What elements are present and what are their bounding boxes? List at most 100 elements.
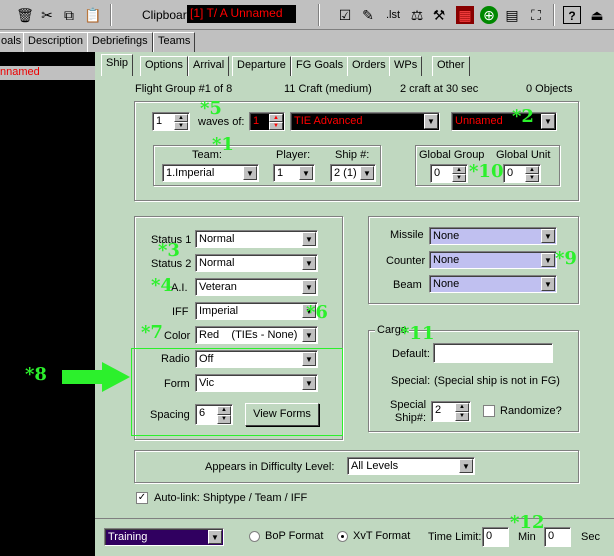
- difficulty-dropdown[interactable]: All Levels ▼: [347, 457, 475, 475]
- chevron-down-icon[interactable]: ▼: [541, 253, 555, 267]
- chevron-down-icon[interactable]: ▼: [299, 166, 313, 180]
- tab-description[interactable]: Description: [23, 32, 89, 52]
- form-dropdown[interactable]: Vic ▼: [195, 374, 318, 392]
- ship-type-dropdown[interactable]: TIE Advanced ▼: [290, 112, 440, 131]
- tab-fg-goals[interactable]: FG Goals: [291, 56, 349, 76]
- spin-down-icon[interactable]: ▼: [217, 415, 231, 424]
- view-forms-button[interactable]: View Forms: [245, 403, 319, 426]
- craft-speed: 2 craft at 30 sec: [400, 83, 479, 95]
- player-dropdown[interactable]: 1 ▼: [273, 164, 315, 182]
- spacing-spinner[interactable]: 6 ▲ ▼: [195, 404, 233, 425]
- name-value: Unnamed: [455, 115, 503, 127]
- spin-down-icon[interactable]: ▼: [452, 174, 466, 182]
- chevron-down-icon[interactable]: ▼: [360, 166, 374, 180]
- waves-count-spinner[interactable]: 1 ▲ ▼: [152, 112, 190, 131]
- spin-up-icon[interactable]: ▲: [455, 403, 469, 412]
- copy-icon[interactable]: ⧉: [60, 6, 78, 24]
- globe-icon[interactable]: ⊕: [480, 6, 498, 24]
- ai-label: A.I.: [171, 282, 188, 294]
- chevron-down-icon[interactable]: ▼: [302, 376, 316, 390]
- flight-group-list[interactable]: nnamed: [0, 52, 95, 556]
- document-icon[interactable]: ▤: [503, 6, 521, 24]
- chevron-down-icon[interactable]: ▼: [302, 352, 316, 366]
- list-item[interactable]: nnamed: [0, 66, 40, 78]
- toolbar: 🗑 ✂ ⧉ 📋 Clipboard: [1] T/ A Unnamed ☑ ✎ …: [0, 0, 614, 30]
- lst-button[interactable]: .lst: [382, 6, 404, 24]
- tab-other[interactable]: Other: [432, 56, 470, 76]
- iff-dropdown[interactable]: Imperial ▼: [195, 302, 318, 320]
- chevron-down-icon[interactable]: ▼: [302, 328, 316, 342]
- counter-dropdown[interactable]: None ▼: [429, 251, 557, 269]
- mode-value: Training: [108, 531, 148, 543]
- chevron-down-icon[interactable]: ▼: [302, 256, 316, 270]
- chevron-down-icon[interactable]: ▼: [243, 166, 257, 180]
- spin-up-icon[interactable]: ▲: [174, 114, 188, 122]
- bop-format-radio[interactable]: [249, 531, 260, 542]
- ai-dropdown[interactable]: Veteran ▼: [195, 278, 318, 296]
- color-dropdown[interactable]: Red (TIEs - None) ▼: [195, 326, 318, 344]
- spin-down-icon[interactable]: ▼: [525, 174, 539, 182]
- spacing-value: 6: [199, 407, 206, 419]
- status2-value: Normal: [199, 257, 235, 269]
- tab-orders[interactable]: Orders: [347, 56, 391, 76]
- spin-up-icon[interactable]: ▲: [525, 166, 539, 174]
- chevron-down-icon[interactable]: ▼: [541, 229, 555, 243]
- balance-icon[interactable]: ⚖: [408, 6, 426, 24]
- status2-dropdown[interactable]: Normal ▼: [195, 254, 318, 272]
- time-min-input[interactable]: 0: [482, 527, 509, 547]
- tab-ship[interactable]: Ship: [101, 54, 134, 76]
- spin-down-icon[interactable]: ▼: [174, 122, 188, 130]
- checklist-icon[interactable]: ☑: [336, 6, 354, 24]
- mode-dropdown[interactable]: Training ▼: [104, 528, 224, 546]
- status1-dropdown[interactable]: Normal ▼: [195, 230, 318, 248]
- clipboard-box[interactable]: [1] T/ A Unnamed: [187, 5, 296, 23]
- annotation-3: *3: [158, 240, 180, 261]
- name-dropdown[interactable]: Unnamed ▼: [451, 112, 557, 131]
- tools-icon[interactable]: ⚒: [430, 6, 448, 24]
- zoom-icon[interactable]: ⛶: [527, 6, 545, 24]
- paste-icon[interactable]: 📋: [84, 6, 102, 24]
- spin-up-icon[interactable]: ▲: [269, 114, 283, 122]
- autolink-checkbox[interactable]: ✓: [136, 492, 148, 504]
- chevron-down-icon[interactable]: ▼: [424, 114, 438, 129]
- tab-wps[interactable]: WPs: [389, 56, 423, 76]
- spin-down-icon[interactable]: ▼: [455, 412, 469, 421]
- grid-icon[interactable]: ▦: [456, 6, 474, 24]
- tab-debriefings[interactable]: Debriefings: [87, 32, 153, 52]
- help-icon[interactable]: ?: [563, 6, 581, 24]
- time-sec-input[interactable]: 0: [544, 527, 571, 547]
- xvt-format-radio[interactable]: [337, 531, 348, 542]
- team-dropdown[interactable]: 1.Imperial ▼: [162, 164, 259, 182]
- cut-icon[interactable]: ✂: [38, 6, 56, 24]
- chevron-down-icon[interactable]: ▼: [459, 459, 473, 473]
- annotation-5: *5: [200, 98, 222, 119]
- ship-number-dropdown[interactable]: 2 (1) ▼: [330, 164, 376, 182]
- chevron-down-icon[interactable]: ▼: [302, 232, 316, 246]
- beam-dropdown[interactable]: None ▼: [429, 275, 557, 293]
- tab-departure[interactable]: Departure: [232, 56, 291, 76]
- radio-dropdown[interactable]: Off ▼: [195, 350, 318, 368]
- global-unit-spinner[interactable]: 0 ▲ ▼: [503, 164, 541, 183]
- tab-teams[interactable]: Teams: [153, 32, 196, 52]
- spin-up-icon[interactable]: ▲: [217, 406, 231, 415]
- spin-down-icon[interactable]: ▼: [269, 122, 283, 130]
- tab-arrival[interactable]: Arrival: [188, 56, 230, 76]
- chevron-down-icon[interactable]: ▼: [541, 114, 555, 129]
- chevron-down-icon[interactable]: ▼: [541, 277, 555, 291]
- missile-dropdown[interactable]: None ▼: [429, 227, 557, 245]
- randomize-checkbox[interactable]: [483, 405, 495, 417]
- global-group-spinner[interactable]: 0 ▲ ▼: [430, 164, 468, 183]
- ship-number-label: Ship #:: [335, 149, 370, 161]
- chevron-down-icon[interactable]: ▼: [302, 280, 316, 294]
- object-count: 0 Objects: [526, 83, 573, 95]
- spin-up-icon[interactable]: ▲: [452, 166, 466, 174]
- bop-format-label: BoP Format: [265, 530, 324, 542]
- delete-icon[interactable]: 🗑: [16, 6, 34, 24]
- craft-number-spinner[interactable]: 1 ▲ ▼: [249, 112, 285, 131]
- edit-icon[interactable]: ✎: [359, 6, 377, 24]
- tab-options[interactable]: Options: [140, 56, 188, 76]
- special-ship-spinner[interactable]: 2 ▲ ▼: [431, 401, 471, 422]
- cargo-default-input[interactable]: [433, 343, 553, 363]
- chevron-down-icon[interactable]: ▼: [208, 530, 222, 544]
- exit-icon[interactable]: ⏏: [588, 6, 606, 24]
